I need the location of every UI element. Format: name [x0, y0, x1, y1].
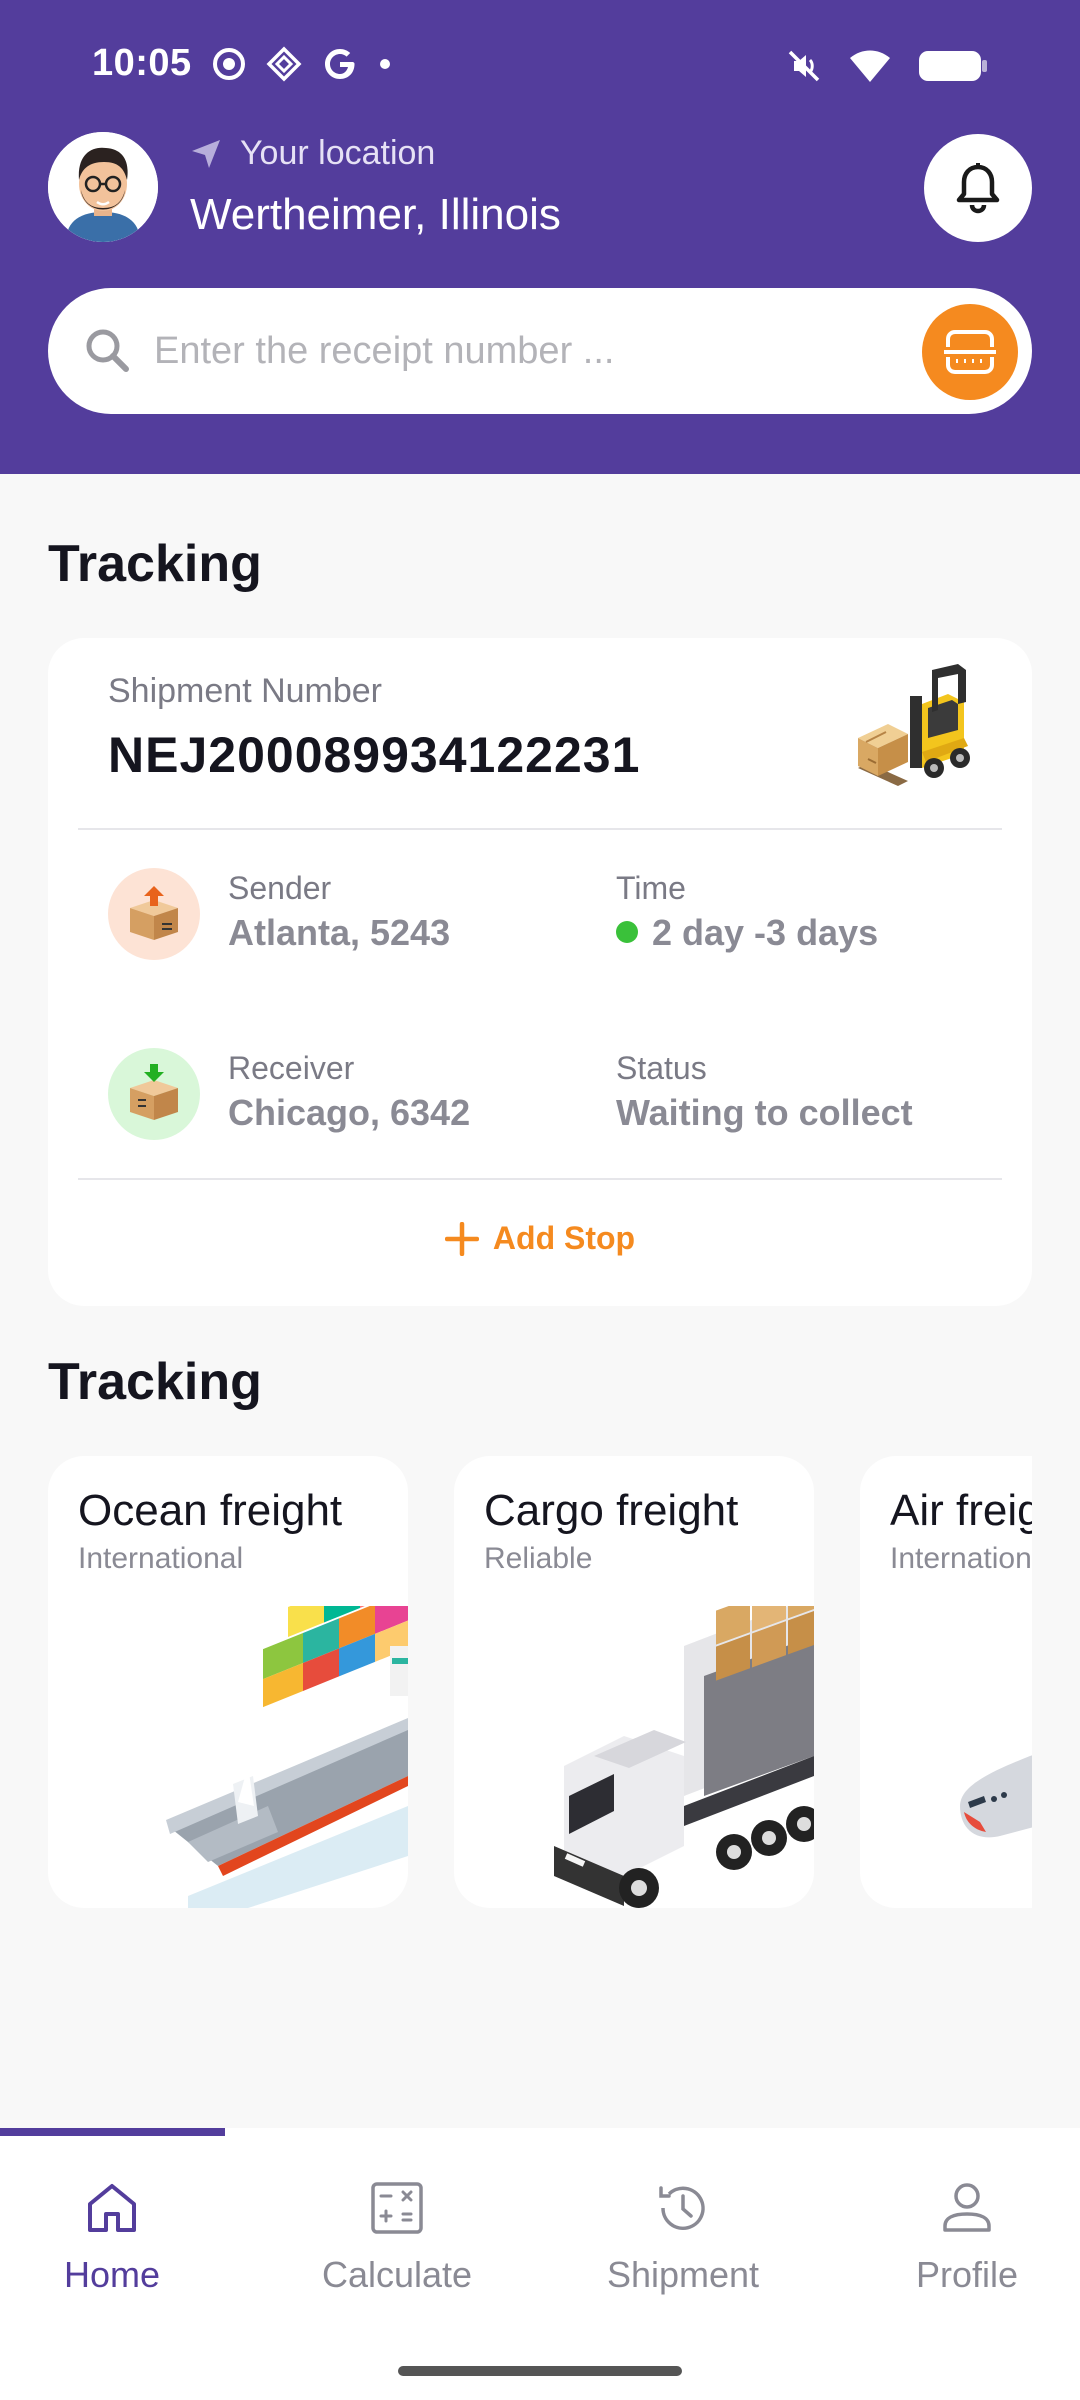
tracking-section-title: Tracking [48, 535, 262, 593]
header: 10:05 Your location Wertheimer, Illinois… [0, 0, 1080, 474]
time-value-row: 2 day -3 days [616, 912, 878, 954]
card-divider-top [78, 828, 1002, 830]
freight-carousel[interactable]: Ocean freight International Cargo freigh… [48, 1456, 1032, 1908]
status-bar: 10:05 [0, 0, 1080, 130]
battery-icon [919, 51, 987, 81]
avatar-illustration [48, 132, 158, 242]
bottom-nav: Home Calculate Shipment Profile [0, 2128, 1080, 2400]
search-bar [48, 288, 1032, 414]
status-label: Status [616, 1050, 707, 1086]
scan-icon [944, 330, 996, 374]
freight-card-air[interactable]: Air freight International [860, 1456, 1032, 1908]
freight-card-ocean[interactable]: Ocean freight International [48, 1456, 408, 1908]
person-icon [943, 2183, 991, 2232]
add-stop-button[interactable]: Add Stop [48, 1220, 1032, 1257]
nav-item-profile[interactable]: Profile [832, 2176, 1080, 2316]
truck-illustration [554, 1606, 814, 1908]
dot-icon [380, 59, 390, 69]
nav-item-calculate[interactable]: Calculate [262, 2176, 532, 2316]
tracking-card[interactable]: Shipment Number NEJ200089934122231 Sende… [48, 638, 1032, 1306]
search-input[interactable] [154, 318, 934, 384]
search-icon [86, 329, 129, 372]
shipment-number: NEJ200089934122231 [108, 727, 641, 783]
location-label-row: Your location [190, 134, 435, 173]
receiver-value: Chicago, 6342 [228, 1092, 471, 1133]
freight-card-subtitle: International [890, 1542, 1032, 1575]
active-tab-indicator [0, 2128, 225, 2136]
sender-label: Sender [228, 870, 332, 906]
nav-label-profile: Profile [915, 2254, 1019, 2295]
status-icons-right [786, 48, 988, 84]
nav-item-home[interactable]: Home [0, 2176, 247, 2316]
app-notification-icon [266, 46, 302, 82]
freight-card-title: Ocean freight [78, 1486, 343, 1535]
status-dot-icon [616, 921, 638, 944]
home-icon [88, 2184, 136, 2232]
freight-card-subtitle: International [78, 1542, 244, 1575]
freight-card-subtitle: Reliable [484, 1542, 593, 1575]
add-stop-label: Add Stop [492, 1220, 636, 1256]
location-city[interactable]: Wertheimer, Illinois [190, 190, 561, 240]
status-icons-left [212, 46, 392, 82]
mute-icon [788, 50, 820, 82]
freight-card-title: Air freight [890, 1486, 1032, 1535]
time-value: 2 day -3 days [652, 912, 879, 953]
receiver-icon-badge [108, 1048, 200, 1140]
plane-illustration [960, 1755, 1032, 1838]
google-icon [325, 49, 355, 79]
bell-icon [956, 163, 1000, 214]
time-label: Time [616, 870, 686, 906]
box-download-icon [130, 1064, 178, 1120]
nav-label-calculate: Calculate [321, 2254, 473, 2295]
card-divider-bottom [78, 1178, 1002, 1180]
location-label: Your location [240, 134, 436, 172]
freight-section-title: Tracking [48, 1353, 262, 1411]
scan-button[interactable] [922, 304, 1018, 400]
status-time: 10:05 [92, 42, 192, 84]
calculator-icon [371, 2182, 423, 2234]
sender-icon-badge [108, 868, 200, 960]
avatar[interactable] [48, 132, 158, 242]
plus-icon [444, 1221, 479, 1256]
shipment-number-label: Shipment Number [108, 672, 383, 710]
nav-label-shipment: Shipment [606, 2254, 760, 2295]
sender-value: Atlanta, 5243 [228, 912, 451, 953]
nav-item-shipment[interactable]: Shipment [548, 2176, 818, 2316]
box-upload-icon [130, 886, 178, 940]
notifications-button[interactable] [924, 134, 1032, 242]
nav-label-home: Home [63, 2254, 161, 2295]
ship-illustration [166, 1606, 408, 1908]
navigation-arrow-icon [192, 139, 220, 168]
screen-record-icon [213, 48, 245, 80]
forklift-icon [858, 664, 970, 786]
home-gesture-bar[interactable] [398, 2366, 682, 2376]
freight-card-cargo[interactable]: Cargo freight Reliable [454, 1456, 814, 1908]
status-value: Waiting to collect [616, 1092, 913, 1133]
freight-card-title: Cargo freight [484, 1486, 739, 1535]
history-icon [659, 2186, 705, 2230]
receiver-label: Receiver [228, 1050, 355, 1086]
wifi-icon [850, 50, 890, 82]
